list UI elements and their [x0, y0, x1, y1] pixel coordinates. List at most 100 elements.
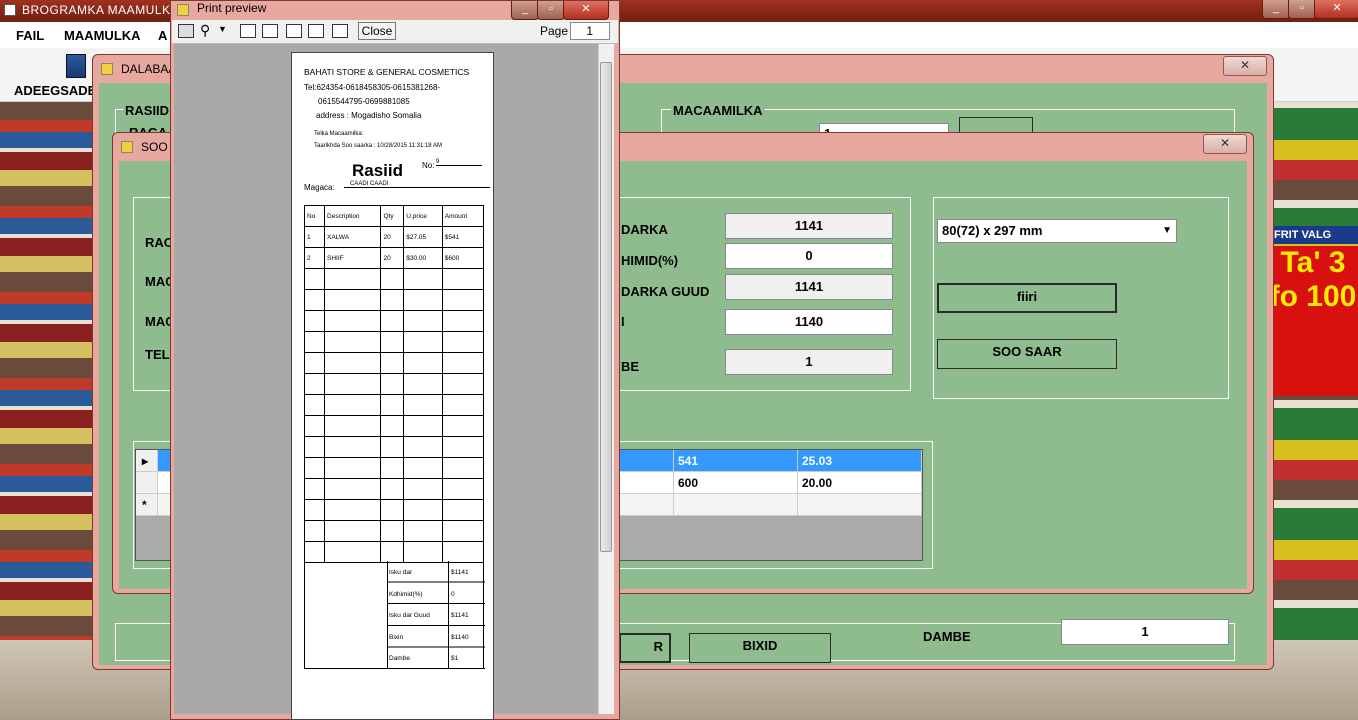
cell	[441, 268, 485, 290]
menu-third[interactable]: A	[158, 28, 167, 43]
close-icon[interactable]: ✕	[1203, 134, 1247, 154]
cell	[324, 394, 382, 416]
cell: $27.05	[403, 226, 443, 248]
fiiri-button[interactable]: fiiri	[937, 283, 1117, 313]
menu-fail[interactable]: FAIL	[16, 28, 44, 43]
six-pages-icon[interactable]	[332, 24, 348, 38]
cell	[403, 457, 443, 479]
cell	[303, 373, 326, 395]
app-icon	[4, 4, 16, 16]
print-icon	[177, 4, 189, 16]
grid-cell[interactable]: 25.03	[798, 450, 922, 472]
bixid-button[interactable]: BIXID	[689, 633, 831, 663]
grid-cell[interactable]: 541	[674, 450, 798, 472]
darka-guud-label: DARKA GUUD	[621, 284, 710, 299]
cell	[441, 520, 485, 542]
cell: $541	[441, 226, 485, 248]
totals-block: Isku dar $1141 Kdhimid(%) 0 Isku dar Guu…	[304, 561, 485, 669]
cell	[303, 394, 326, 416]
toolbar-label[interactable]: ADEEGSADE	[14, 83, 96, 98]
zoom-icon[interactable]: ⚲	[200, 22, 210, 39]
minimize-icon[interactable]: _	[1262, 0, 1290, 19]
address: address : Mogadisho Somalia	[316, 111, 422, 120]
cell	[303, 436, 326, 458]
chevron-down-icon[interactable]: ▼	[1162, 220, 1172, 242]
dambe-field[interactable]: 1	[725, 349, 893, 375]
close-icon[interactable]: ✕	[1314, 0, 1358, 19]
cell	[403, 310, 443, 332]
scrollbar-thumb[interactable]	[600, 62, 612, 552]
dambe-label: BE	[621, 359, 640, 374]
cell	[324, 310, 382, 332]
darka-field[interactable]: 1141	[725, 213, 893, 239]
close-button[interactable]: Close	[358, 22, 396, 40]
receipt-empty-row	[303, 499, 485, 521]
cell	[303, 415, 326, 437]
row-header[interactable]: ▸	[136, 450, 158, 472]
print-preview-title: Print preview	[197, 1, 267, 15]
dhimid-label: HIMID(%)	[621, 253, 679, 268]
total-label: Isku dar Guud	[389, 612, 430, 619]
row-header[interactable]	[136, 472, 158, 494]
maximize-icon[interactable]: ▫	[1288, 0, 1316, 19]
cell	[380, 457, 405, 479]
cell	[303, 310, 326, 332]
close-icon[interactable]: ✕	[1223, 56, 1267, 76]
col-amount: Amount	[441, 205, 485, 227]
store-background-right	[1260, 100, 1358, 720]
three-pages-icon[interactable]	[286, 24, 302, 38]
cell	[441, 499, 485, 521]
menu-maamulka[interactable]: MAAMULKA	[64, 28, 141, 43]
grid-cell[interactable]	[674, 494, 798, 516]
soo-saar-button[interactable]: SOO SAAR	[937, 339, 1117, 369]
rasiid-group-label: RASIID	[123, 103, 172, 118]
close-icon[interactable]: ✕	[563, 1, 609, 20]
cell	[380, 331, 405, 353]
user-icon[interactable]	[66, 54, 86, 78]
receipt-empty-row	[303, 520, 485, 542]
cell	[403, 373, 443, 395]
window-icon	[121, 141, 133, 153]
bixin-label: I	[621, 314, 625, 329]
cell	[403, 394, 443, 416]
left-label-1: RAC	[145, 235, 174, 250]
grid-cell[interactable]: 20.00	[798, 472, 922, 494]
receipt-empty-row	[303, 541, 485, 563]
total-value: $1141	[451, 569, 469, 576]
cell	[441, 352, 485, 374]
cell	[324, 457, 382, 479]
bixin-field[interactable]: 1140	[725, 309, 893, 335]
maximize-icon[interactable]: ▫	[537, 1, 565, 20]
receipt-empty-row	[303, 289, 485, 311]
receipt-no-value: 9	[436, 159, 482, 166]
cell: 20	[380, 247, 405, 269]
total-value: 0	[451, 591, 455, 598]
one-page-icon[interactable]	[240, 24, 256, 38]
four-pages-icon[interactable]	[308, 24, 324, 38]
cell	[441, 415, 485, 437]
cell	[441, 436, 485, 458]
cell	[403, 499, 443, 521]
printer-icon[interactable]	[178, 24, 194, 38]
dambe-field[interactable]: 1	[1061, 619, 1229, 645]
cell	[441, 541, 485, 563]
receipt-no-label: No:	[422, 161, 435, 170]
cell	[303, 331, 326, 353]
cell	[303, 520, 326, 542]
grid-cell[interactable]	[798, 494, 922, 516]
partial-button[interactable]: R	[619, 633, 671, 663]
grid-cell[interactable]: 600	[674, 472, 798, 494]
page-number-input[interactable]: 1	[570, 22, 610, 40]
paper-size-select[interactable]: 80(72) x 297 mm ▼	[937, 219, 1177, 243]
darka-guud-field[interactable]: 1141	[725, 274, 893, 300]
two-pages-icon[interactable]	[262, 24, 278, 38]
dhimid-field[interactable]: 0	[725, 243, 893, 269]
promo-sign: Ta' 3 fo 100	[1268, 246, 1358, 396]
col-uprice: U.price	[403, 205, 443, 227]
window-icon	[101, 63, 113, 75]
chevron-down-icon[interactable]: ▼	[218, 24, 227, 34]
minimize-icon[interactable]: _	[511, 1, 539, 20]
new-row-marker[interactable]: *	[136, 494, 158, 516]
receipt-empty-row	[303, 415, 485, 437]
left-label-4: TEL	[145, 347, 170, 362]
